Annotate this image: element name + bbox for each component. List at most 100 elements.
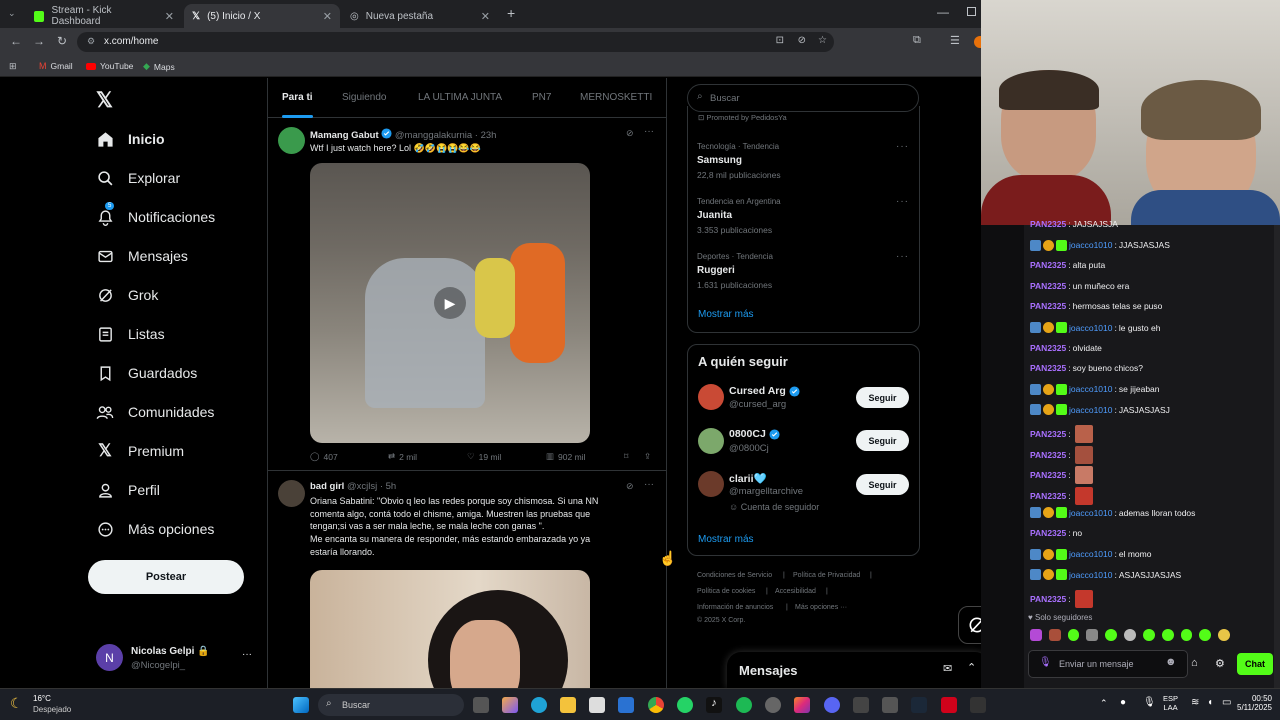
- views-button[interactable]: ▥ 902 mil: [546, 451, 585, 462]
- nav-premium[interactable]: 𝕏 Premium: [96, 441, 184, 460]
- reply-button[interactable]: ◯ 407: [310, 451, 338, 462]
- post-more-icon[interactable]: ···: [644, 126, 654, 137]
- chat-username[interactable]: joacco1010: [1069, 240, 1112, 250]
- address-bar[interactable]: ⚙ x.com/home ⊡ ⊘ ☆: [77, 32, 834, 52]
- chat-username[interactable]: joacco1010: [1069, 405, 1112, 415]
- discord-icon[interactable]: [824, 697, 840, 713]
- chat-input[interactable]: 🎙 Enviar un mensaje ☻: [1028, 650, 1188, 678]
- post-more-icon[interactable]: ···: [644, 479, 654, 490]
- play-icon[interactable]: ▶: [434, 287, 466, 319]
- emote-icon[interactable]: [1124, 629, 1136, 641]
- new-tab-plus-icon[interactable]: +: [507, 5, 515, 21]
- nav-explorar[interactable]: Explorar: [96, 169, 180, 187]
- new-message-icon[interactable]: ✉: [943, 662, 952, 675]
- chat-username[interactable]: PAN2325: [1030, 450, 1066, 460]
- footer-link[interactable]: Política de Privacidad: [793, 572, 860, 579]
- nav-listas[interactable]: Listas: [96, 325, 165, 343]
- tab-new-tab[interactable]: ◎ Nueva pestaña ✕: [342, 4, 498, 28]
- follow-show-more[interactable]: Mostrar más: [698, 534, 754, 545]
- footer-link[interactable]: Condiciones de Servicio: [697, 572, 772, 579]
- settings-gear-icon[interactable]: [765, 697, 781, 713]
- post-item[interactable]: bad girl @xcjlsj · 5h ⊘ ··· Oriana Sabat…: [268, 472, 666, 688]
- spotify-icon[interactable]: [736, 697, 752, 713]
- whatsapp-icon[interactable]: [677, 697, 693, 713]
- chat-username[interactable]: PAN2325: [1030, 219, 1066, 229]
- footer-link[interactable]: Política de cookies: [697, 588, 755, 595]
- bookmark-gmail[interactable]: M Gmail: [39, 61, 73, 71]
- minimize-icon[interactable]: —: [937, 5, 949, 19]
- follow-user-name[interactable]: 0800CJ: [729, 428, 780, 440]
- chat-username[interactable]: joacco1010: [1069, 508, 1112, 518]
- trend-more-icon[interactable]: ···: [896, 196, 909, 207]
- tab-x-home[interactable]: 𝕏 (5) Inicio / X ✕: [184, 4, 340, 28]
- volume-icon[interactable]: ◖: [1207, 697, 1213, 708]
- tab-mernosketti[interactable]: MERNOSKETTI: [580, 92, 652, 103]
- site-info-icon[interactable]: ⚙: [87, 36, 95, 47]
- follow-button[interactable]: Seguir: [856, 430, 909, 451]
- footer-link[interactable]: Más opciones ···: [795, 604, 847, 611]
- avatar[interactable]: [698, 471, 724, 497]
- tab-pn7[interactable]: PN7: [532, 92, 551, 103]
- maximize-icon[interactable]: [967, 7, 976, 16]
- avatar[interactable]: [698, 384, 724, 410]
- back-icon[interactable]: ←: [10, 34, 22, 48]
- nav-inicio[interactable]: Inicio: [96, 130, 165, 148]
- chat-username[interactable]: PAN2325: [1030, 429, 1066, 439]
- app-icon[interactable]: [853, 697, 869, 713]
- edge-icon[interactable]: [531, 697, 547, 713]
- nav-comunidades[interactable]: Comunidades: [96, 403, 214, 421]
- install-icon[interactable]: ⊡: [776, 35, 784, 46]
- close-tab-icon[interactable]: ✕: [323, 10, 332, 23]
- tab-kick-dashboard[interactable]: Stream - Kick Dashboard ✕: [26, 4, 182, 28]
- avatar[interactable]: [278, 127, 305, 154]
- nav-mas-opciones[interactable]: Más opciones: [96, 520, 214, 538]
- tray-mic-icon[interactable]: 🎙: [1143, 697, 1156, 708]
- emote-icon[interactable]: [1048, 629, 1061, 641]
- avatar[interactable]: [278, 480, 305, 507]
- emote-icon[interactable]: [1180, 629, 1193, 641]
- store-icon[interactable]: ⌂: [1191, 657, 1198, 669]
- post-item[interactable]: Mamang Gabut @manggalakurnia · 23h ⊘ ···…: [268, 119, 666, 471]
- menu-icon[interactable]: ☰: [950, 34, 960, 47]
- messages-drawer[interactable]: Mensajes ✉ ⌃: [727, 652, 981, 688]
- chat-scrollbar[interactable]: [1274, 225, 1280, 688]
- tab-para-ti[interactable]: Para ti: [282, 92, 313, 118]
- chat-username[interactable]: PAN2325: [1030, 363, 1066, 373]
- follow-user-name[interactable]: Cursed Arg: [729, 385, 800, 397]
- microphone-icon[interactable]: 🎙: [1039, 657, 1052, 668]
- trend-more-icon[interactable]: ···: [896, 251, 909, 262]
- footer-link[interactable]: Accesibilidad: [775, 588, 816, 595]
- chat-username[interactable]: PAN2325: [1030, 260, 1066, 270]
- chat-username[interactable]: joacco1010: [1069, 570, 1112, 580]
- outlook-icon[interactable]: [618, 697, 634, 713]
- post-button[interactable]: Postear: [88, 560, 244, 594]
- steam-icon[interactable]: [911, 697, 927, 713]
- chat-username[interactable]: PAN2325: [1030, 281, 1066, 291]
- bookmark-youtube[interactable]: YouTube: [86, 61, 133, 71]
- chat-username[interactable]: joacco1010: [1069, 384, 1112, 394]
- account-more-icon[interactable]: ···: [242, 649, 252, 660]
- emote-icon[interactable]: [1142, 629, 1155, 641]
- tray-chevron-icon[interactable]: ⌃: [1100, 698, 1108, 709]
- post-author[interactable]: bad girl @xcjlsj · 5h: [310, 481, 396, 492]
- app-icon[interactable]: [970, 697, 986, 713]
- trends-show-more[interactable]: Mostrar más: [698, 309, 754, 320]
- tiktok-icon[interactable]: ♪: [706, 697, 722, 713]
- follow-user-name[interactable]: clarii🩵: [729, 472, 767, 485]
- like-button[interactable]: ♡ 19 mil: [467, 451, 501, 462]
- chat-username[interactable]: PAN2325: [1030, 594, 1066, 604]
- wifi-icon[interactable]: ≋: [1191, 697, 1199, 708]
- app-icon[interactable]: [882, 697, 898, 713]
- avatar[interactable]: [698, 428, 724, 454]
- emote-icon[interactable]: [1086, 629, 1099, 641]
- settings-gear-icon[interactable]: ⚙: [1215, 657, 1225, 670]
- clock[interactable]: 00:50 5/11/2025: [1228, 694, 1272, 712]
- footer-link[interactable]: Información de anuncios: [697, 604, 773, 611]
- keyboard-language[interactable]: ESP LAA: [1163, 694, 1178, 712]
- repost-button[interactable]: ⇄ 2 mil: [388, 451, 417, 462]
- reload-icon[interactable]: ↻: [57, 34, 67, 48]
- tray-app-icon[interactable]: ●: [1120, 697, 1126, 708]
- chat-username[interactable]: joacco1010: [1069, 549, 1112, 559]
- nav-notificaciones[interactable]: 5 Notificaciones: [96, 202, 215, 226]
- tab-search-icon[interactable]: ⌄: [8, 8, 20, 20]
